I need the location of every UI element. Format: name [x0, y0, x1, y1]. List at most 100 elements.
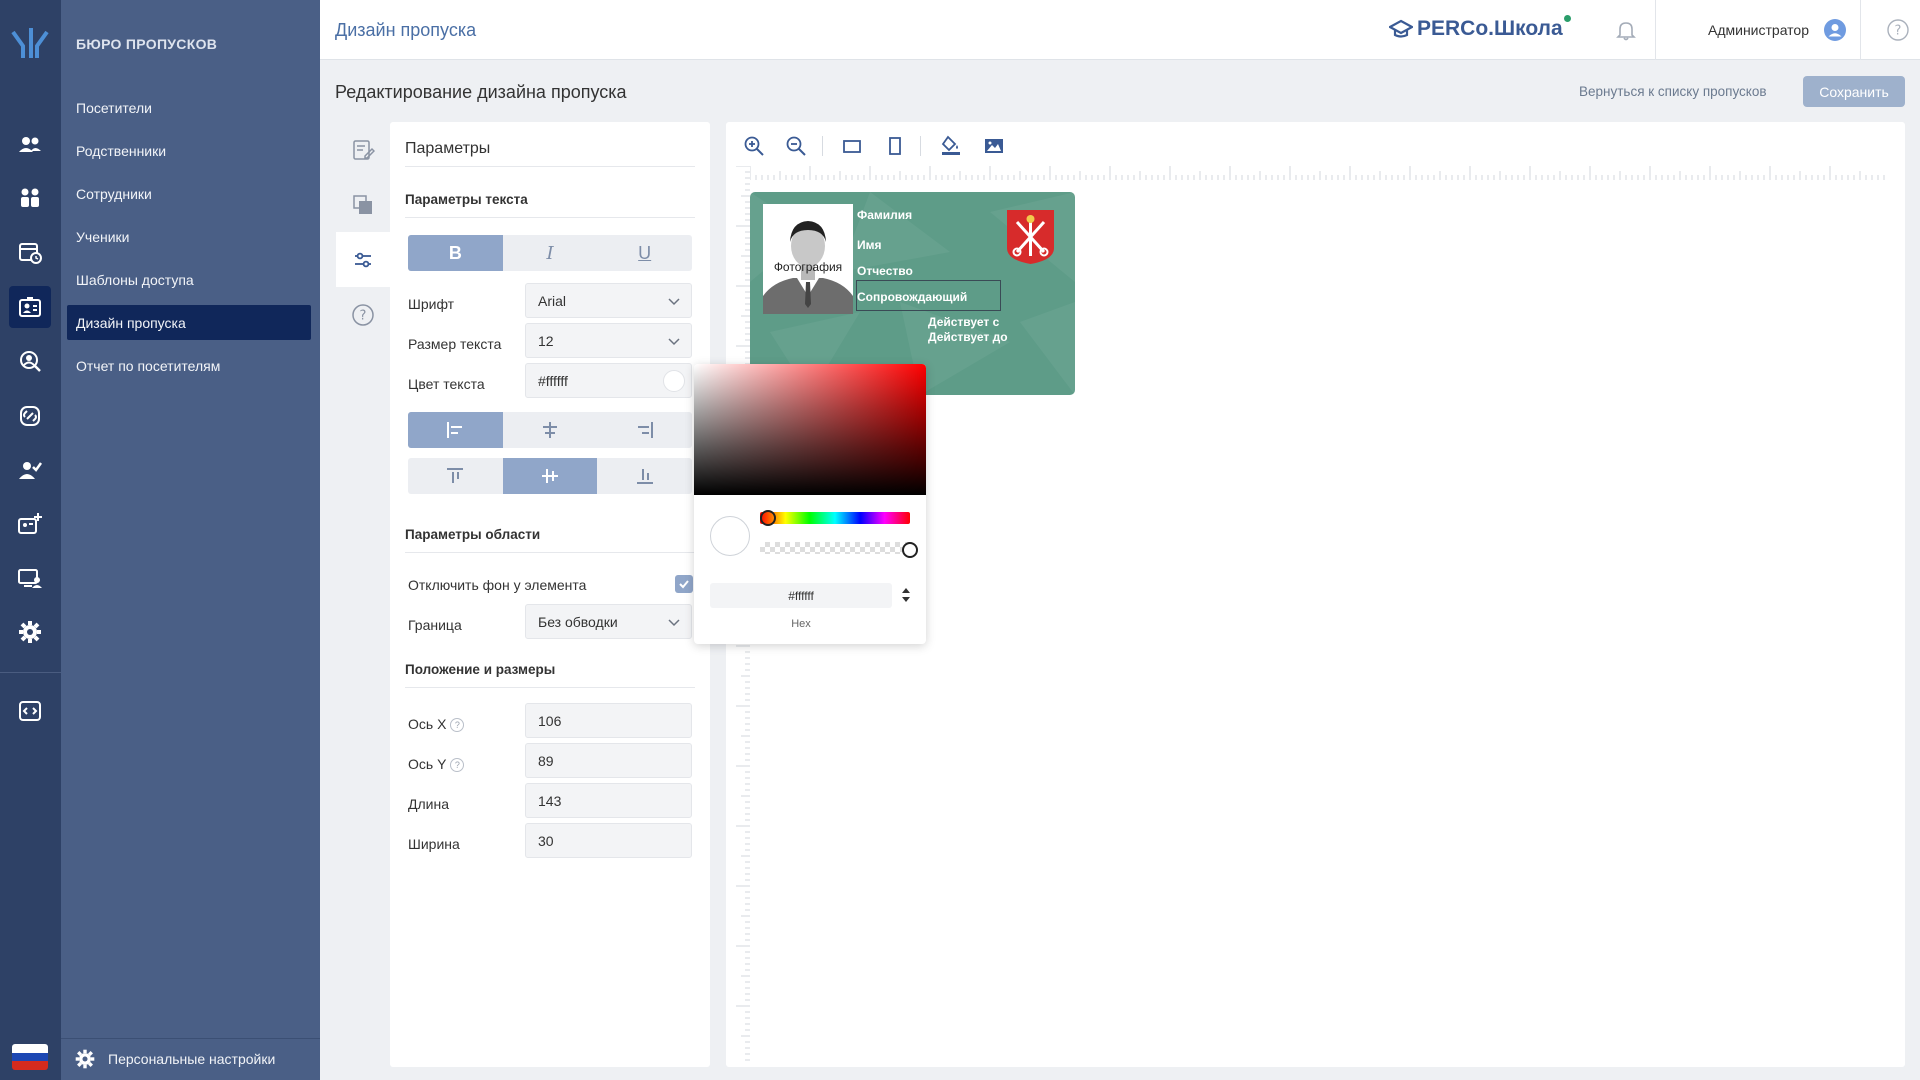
card-field-valid-to[interactable]: Действует до	[928, 330, 1008, 344]
area-params-heading: Параметры области	[405, 527, 541, 542]
chevron-down-icon	[668, 338, 680, 346]
align-bottom-button[interactable]	[597, 458, 692, 494]
font-label: Шрифт	[408, 296, 455, 312]
sidebar-item-relatives[interactable]: Родственники	[67, 133, 311, 168]
width-input[interactable]: 30	[525, 823, 692, 858]
color-picker-popup: #ffffff Hex	[694, 364, 926, 644]
rail-divider	[0, 672, 61, 673]
language-flag-icon[interactable]	[12, 1044, 48, 1070]
horizontal-align-group	[408, 412, 692, 448]
color-swatch[interactable]	[663, 370, 685, 392]
size-select[interactable]: 12	[525, 323, 692, 358]
disable-bg-checkbox[interactable]	[675, 575, 693, 593]
pass-design-icon[interactable]	[9, 286, 51, 328]
align-center-button[interactable]	[503, 412, 598, 448]
user-screen-icon[interactable]	[9, 557, 51, 599]
question-circle-icon: ?	[352, 303, 374, 326]
coat-of-arms-icon[interactable]	[1007, 210, 1054, 264]
card-field-escort[interactable]: Сопровождающий	[857, 290, 967, 304]
sliders-icon	[355, 252, 371, 267]
zoom-in-button[interactable]	[740, 132, 768, 160]
relatives-icon[interactable]	[9, 177, 51, 219]
font-select[interactable]: Arial	[525, 283, 692, 318]
underline-button[interactable]: U	[597, 235, 692, 271]
search-user-icon[interactable]	[9, 341, 51, 383]
card-field-surname[interactable]: Фамилия	[857, 208, 912, 222]
align-left-button[interactable]	[408, 412, 503, 448]
fill-color-button[interactable]	[937, 132, 965, 160]
bell-icon[interactable]	[1614, 18, 1638, 42]
landscape-icon	[843, 140, 861, 153]
italic-button[interactable]: I	[503, 235, 598, 271]
back-to-passes-link[interactable]: Вернуться к списку пропусков	[1579, 84, 1767, 99]
tab-parameters[interactable]	[336, 232, 390, 287]
visitors-icon[interactable]	[9, 124, 51, 166]
align-top-icon	[447, 468, 464, 483]
icon-rail	[0, 0, 61, 1080]
status-dot	[1563, 15, 1571, 22]
image-icon	[985, 139, 1003, 153]
sidebar-item-visitors[interactable]: Посетители	[67, 90, 311, 125]
alpha-slider[interactable]	[760, 542, 910, 554]
size-label: Размер текста	[408, 336, 502, 352]
code-icon[interactable]	[9, 690, 51, 732]
user-name[interactable]: Администратор	[1708, 22, 1809, 38]
sidebar-item-pass-design[interactable]: Дизайн пропуска	[67, 305, 311, 340]
saturation-area[interactable]	[694, 364, 926, 495]
help-icon[interactable]: ?	[1887, 19, 1909, 41]
align-middle-icon	[542, 469, 558, 483]
menu-sidebar: БЮРО ПРОПУСКОВ Посетители Родственники С…	[61, 0, 320, 1080]
horizontal-ruler	[750, 166, 1885, 180]
landscape-button[interactable]	[838, 132, 866, 160]
sidebar-item-visitor-report[interactable]: Отчет по посетителям	[67, 348, 311, 383]
gear-icon[interactable]	[9, 611, 51, 653]
axis-x-help-icon[interactable]: ?	[450, 718, 465, 732]
tab-help[interactable]: ?	[336, 287, 390, 342]
app-logo-icon[interactable]	[9, 24, 51, 60]
format-toggle-icon[interactable]	[900, 584, 912, 606]
save-button[interactable]: Сохранить	[1803, 76, 1905, 107]
zoom-in-icon	[744, 136, 764, 156]
personal-settings-link[interactable]: Персональные настройки	[74, 1048, 275, 1070]
align-right-button[interactable]	[597, 412, 692, 448]
card-field-patronymic[interactable]: Отчество	[857, 264, 913, 278]
card-field-name[interactable]: Имя	[857, 238, 882, 252]
link-icon[interactable]	[9, 395, 51, 437]
paint-bucket-icon	[941, 135, 960, 155]
alpha-slider-handle[interactable]	[902, 542, 918, 558]
svg-text:?: ?	[360, 308, 367, 323]
photo-placeholder[interactable]: Фотография	[763, 204, 853, 314]
image-button[interactable]	[980, 132, 1008, 160]
axis-y-help-icon[interactable]: ?	[450, 758, 465, 772]
user-avatar-icon[interactable]	[1824, 19, 1846, 41]
svg-text:?: ?	[1895, 24, 1902, 39]
calendar-icon[interactable]	[9, 231, 51, 273]
tab-edit[interactable]	[336, 122, 390, 177]
align-middle-button[interactable]	[502, 458, 598, 494]
sidebar-item-employees[interactable]: Сотрудники	[67, 176, 311, 211]
user-check-icon[interactable]	[9, 449, 51, 491]
hue-slider[interactable]	[760, 512, 910, 524]
sidebar-item-access-templates[interactable]: Шаблоны доступа	[67, 262, 311, 297]
tab-layers[interactable]	[336, 177, 390, 232]
zoom-out-button[interactable]	[782, 132, 810, 160]
hex-input[interactable]: #ffffff	[710, 583, 892, 608]
border-select[interactable]: Без обводки	[525, 604, 692, 639]
hue-slider-handle[interactable]	[760, 510, 776, 526]
align-top-button[interactable]	[408, 458, 503, 494]
editor-title: Редактирование дизайна пропуска	[335, 82, 627, 102]
color-field[interactable]: #ffffff	[525, 363, 692, 398]
axis-y-input[interactable]: 89	[525, 743, 692, 778]
badge-add-icon[interactable]	[9, 503, 51, 545]
axis-x-input[interactable]: 106	[525, 703, 692, 738]
length-input[interactable]: 143	[525, 783, 692, 818]
checkmark-icon	[679, 580, 689, 589]
card-field-valid-from[interactable]: Действует с	[928, 315, 999, 329]
sidebar-item-students[interactable]: Ученики	[67, 219, 311, 254]
portrait-button[interactable]	[881, 132, 909, 160]
parameters-panel: Параметры Параметры текста B I U Шрифт A…	[390, 122, 710, 1067]
length-label: Длина	[408, 796, 449, 812]
disable-bg-label: Отключить фон у элемента	[408, 577, 587, 593]
bold-button[interactable]: B	[408, 235, 503, 271]
text-params-heading: Параметры текста	[405, 192, 528, 207]
